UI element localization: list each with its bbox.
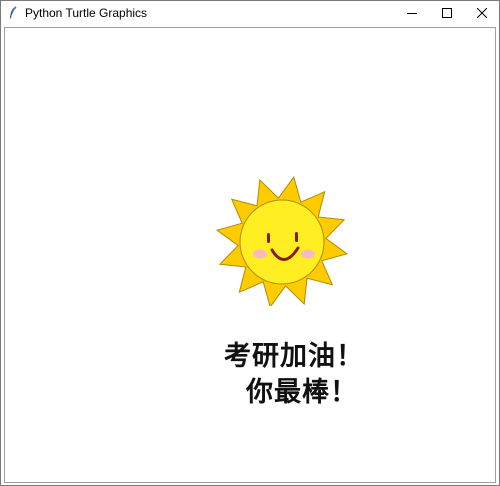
- message-line-1: 考研加油！: [224, 341, 364, 372]
- sun-face: [239, 199, 325, 285]
- window-title: Python Turtle Graphics: [25, 5, 148, 20]
- minimize-button[interactable]: [394, 1, 429, 24]
- python-feather-icon: [7, 6, 19, 20]
- window-controls: [394, 1, 499, 24]
- message-line-2: 你最棒！: [246, 377, 358, 408]
- close-button[interactable]: [464, 1, 499, 24]
- sun-right-eye: [295, 232, 298, 242]
- close-icon: [476, 7, 487, 18]
- turtle-window: Python Turtle Graphics 考研加油！ 你最棒！: [0, 0, 500, 486]
- turtle-canvas: 考研加油！ 你最棒！: [4, 27, 496, 483]
- title-bar[interactable]: Python Turtle Graphics: [1, 1, 499, 24]
- smiling-sun-drawing: [215, 176, 348, 306]
- minimize-icon: [406, 12, 417, 14]
- sun-right-cheek: [301, 249, 315, 259]
- maximize-button[interactable]: [429, 1, 464, 24]
- sun-left-eye: [267, 233, 270, 243]
- sun-left-cheek: [253, 249, 267, 259]
- maximize-icon: [441, 7, 452, 18]
